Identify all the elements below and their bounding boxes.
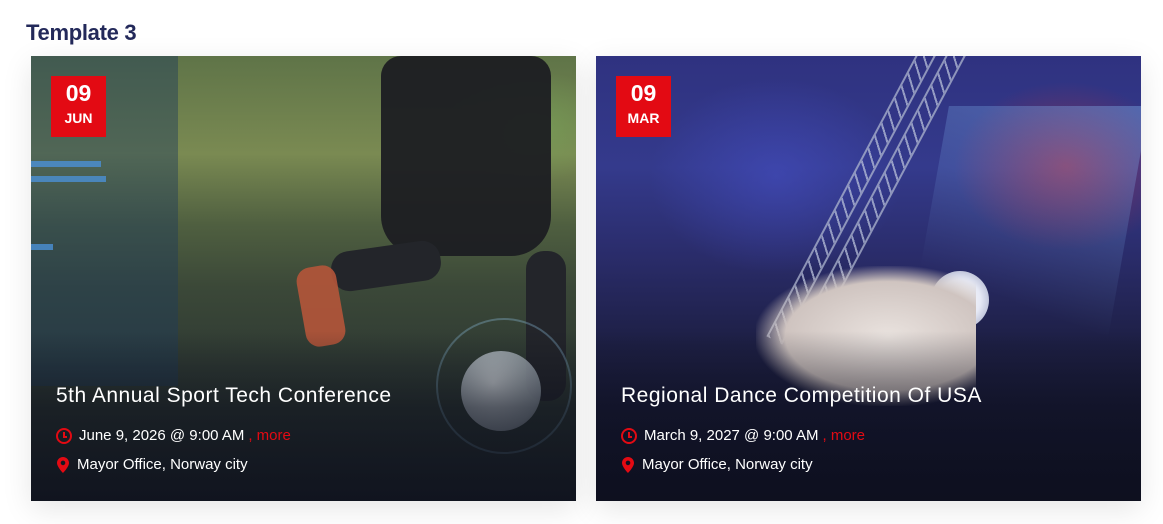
image-overlay [596, 331, 1141, 501]
hud-bar [31, 161, 101, 167]
event-datetime-row: June 9, 2026 @ 9:00 AM , more [56, 427, 291, 444]
date-month: MAR [627, 110, 660, 126]
hud-bar [31, 176, 106, 182]
map-pin-icon [57, 456, 69, 473]
map-pin-icon [622, 456, 634, 473]
date-day: 09 [630, 80, 657, 106]
date-day: 09 [65, 80, 92, 106]
more-link[interactable]: , more [823, 427, 866, 444]
event-title[interactable]: 5th Annual Sport Tech Conference [56, 384, 392, 408]
clock-icon [621, 427, 637, 444]
image-overlay [31, 331, 576, 501]
event-location-row: Mayor Office, Norway city [621, 456, 813, 473]
event-location: Mayor Office, Norway city [642, 456, 813, 473]
section-heading: Template 3 [26, 20, 137, 45]
date-badge: 09 JUN [51, 76, 106, 137]
date-badge: 09 MAR [616, 76, 671, 137]
date-month: JUN [64, 110, 93, 126]
hud-bar [31, 244, 53, 250]
player-leg [328, 238, 444, 294]
event-title[interactable]: Regional Dance Competition Of USA [621, 384, 982, 408]
event-location: Mayor Office, Norway city [77, 456, 248, 473]
player-figure [381, 56, 551, 256]
more-link[interactable]: , more [248, 427, 291, 444]
event-card[interactable]: 09 JUN 5th Annual Sport Tech Conference … [31, 56, 576, 501]
clock-icon [56, 427, 72, 444]
event-datetime: June 9, 2026 @ 9:00 AM [79, 427, 245, 444]
event-datetime-row: March 9, 2027 @ 9:00 AM , more [621, 427, 865, 444]
event-card[interactable]: 09 MAR Regional Dance Competition Of USA… [596, 56, 1141, 501]
event-datetime: March 9, 2027 @ 9:00 AM [644, 427, 819, 444]
event-location-row: Mayor Office, Norway city [56, 456, 248, 473]
